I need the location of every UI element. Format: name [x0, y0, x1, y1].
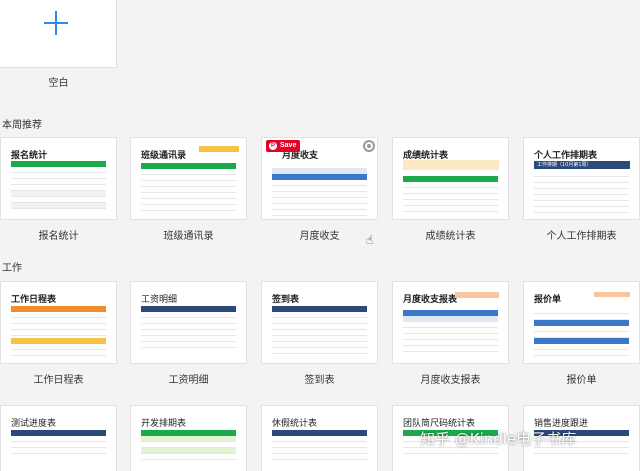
template-label: 班级通讯录: [163, 231, 214, 242]
template-card-work-schedule[interactable]: 工作日程表: [0, 281, 117, 364]
card-preview-table: [403, 176, 498, 212]
template-card-test-progress[interactable]: 测试进度表: [0, 405, 117, 471]
card-preview-table: [141, 430, 236, 460]
card-preview-table: [272, 306, 367, 354]
template-card-dev-schedule[interactable]: 开发排期表: [130, 405, 247, 471]
template-label: 个人工作排期表: [546, 231, 617, 242]
card-title: 报价单: [534, 295, 562, 305]
blank-template-card[interactable]: [0, 0, 117, 68]
template-label: 工资明细: [168, 375, 209, 386]
card-title: 工资明细: [141, 295, 178, 305]
card-preview-table: [141, 306, 236, 348]
template-label: 月度收支报表: [420, 375, 481, 386]
blank-template-label: 空白: [48, 78, 69, 89]
card-preview-table: [11, 161, 106, 209]
template-card-monthly-report[interactable]: 月度收支报表: [392, 281, 509, 364]
template-card-personal-schedule[interactable]: 个人工作排期表 工作排期（10月第1周）: [523, 137, 640, 220]
template-label: 月度收支: [299, 231, 340, 242]
template-label: 成绩统计表: [425, 231, 476, 242]
settings-icon[interactable]: [363, 140, 375, 152]
card-preview-table: [534, 308, 629, 356]
card-title: 签到表: [272, 295, 300, 305]
card-preview-table: [141, 163, 236, 211]
save-label: Save: [280, 142, 297, 149]
template-card-grade-stats[interactable]: 成绩统计表: [392, 137, 509, 220]
card-title: 测试进度表: [11, 419, 57, 429]
zhihu-watermark: 知乎 @Kindle电子书库: [420, 430, 577, 448]
card-preview-banner: [199, 146, 239, 152]
template-card-leave-stats[interactable]: 休假统计表: [261, 405, 378, 471]
template-label: 工作日程表: [33, 375, 84, 386]
template-card-quotation[interactable]: 报价单: [523, 281, 640, 364]
card-preview-header: 工作排期（10月第1周）: [534, 161, 630, 169]
hand-cursor-icon: ☝: [366, 233, 374, 247]
card-title: 休假统计表: [272, 419, 318, 429]
template-card-class-contacts[interactable]: 班级通讯录: [130, 137, 247, 220]
card-preview-banner: [455, 292, 499, 298]
section-title-weekly: 本周推荐: [2, 120, 42, 131]
card-preview-table: [272, 168, 367, 216]
card-title: 工作日程表: [11, 295, 57, 305]
card-preview-banner: [403, 160, 499, 170]
pinterest-icon: P: [269, 142, 277, 150]
template-card-signup-stats[interactable]: 报名统计: [0, 137, 117, 220]
card-preview-table: [534, 171, 629, 213]
card-preview-table: [11, 430, 106, 454]
card-title: 个人工作排期表: [534, 151, 598, 161]
template-label: 报价单: [566, 375, 597, 386]
card-title: 月度收支报表: [403, 295, 458, 305]
template-card-attendance[interactable]: 签到表: [261, 281, 378, 364]
card-title: 班级通讯录: [141, 151, 187, 161]
card-title: 报名统计: [11, 151, 48, 161]
card-preview-table: [403, 310, 498, 352]
card-preview-table: [11, 306, 106, 356]
card-preview-banner: [594, 292, 630, 297]
template-label: 报名统计: [38, 231, 79, 242]
plus-icon-stem: [55, 11, 57, 35]
template-label: 签到表: [304, 375, 335, 386]
template-card-salary-details[interactable]: 工资明细: [130, 281, 247, 364]
pinterest-save-button[interactable]: P Save: [266, 140, 301, 152]
card-title: 开发排期表: [141, 419, 187, 429]
card-preview-table: [272, 430, 367, 460]
section-title-work: 工作: [2, 263, 22, 274]
